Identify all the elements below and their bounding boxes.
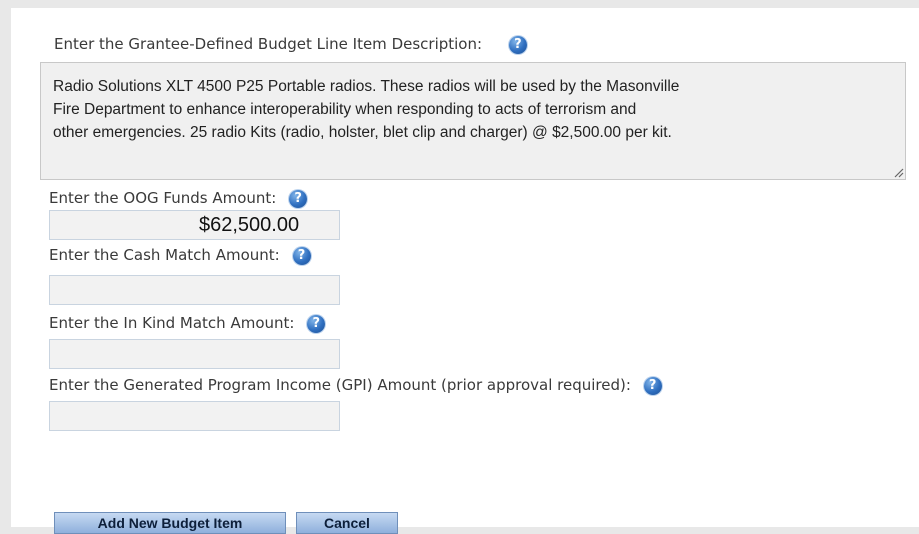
description-label-row: Enter the Grantee-Defined Budget Line It…: [54, 34, 527, 54]
help-icon[interactable]: ?: [643, 376, 662, 395]
help-icon[interactable]: ?: [508, 35, 527, 54]
cash-label: Enter the Cash Match Amount:: [49, 246, 280, 264]
help-icon[interactable]: ?: [292, 246, 311, 265]
cash-match-input[interactable]: [49, 275, 340, 305]
resize-handle-icon[interactable]: [892, 166, 904, 178]
inkind-label: Enter the In Kind Match Amount:: [49, 314, 295, 332]
oog-funds-input[interactable]: $62,500.00: [49, 210, 340, 240]
description-textarea[interactable]: Radio Solutions XLT 4500 P25 Portable ra…: [40, 62, 906, 180]
description-label: Enter the Grantee-Defined Budget Line It…: [54, 35, 483, 53]
oog-label-row: Enter the OOG Funds Amount: ?: [49, 188, 308, 208]
help-icon[interactable]: ?: [307, 314, 326, 333]
help-icon[interactable]: ?: [289, 189, 308, 208]
gpi-label-row: Enter the Generated Program Income (GPI)…: [49, 375, 662, 395]
oog-label: Enter the OOG Funds Amount:: [49, 189, 277, 207]
inkind-match-input[interactable]: [49, 339, 340, 369]
cancel-button[interactable]: Cancel: [296, 512, 398, 534]
cash-label-row: Enter the Cash Match Amount: ?: [49, 245, 311, 265]
add-budget-item-button[interactable]: Add New Budget Item: [54, 512, 286, 534]
gpi-amount-input[interactable]: [49, 401, 340, 431]
gpi-label: Enter the Generated Program Income (GPI)…: [49, 376, 631, 394]
inkind-label-row: Enter the In Kind Match Amount: ?: [49, 313, 326, 333]
